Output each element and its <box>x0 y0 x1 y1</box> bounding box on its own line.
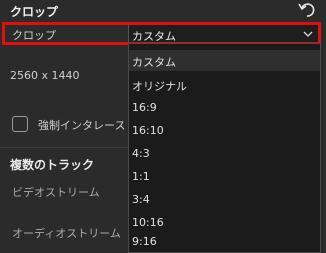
video-stream-label: ビデオストリーム <box>12 186 100 199</box>
crop-option-original[interactable]: オリジナル <box>129 74 320 95</box>
multi-track-title: 複数のトラック <box>10 158 95 172</box>
undo-icon[interactable] <box>296 1 318 19</box>
crop-option-custom[interactable]: カスタム <box>129 50 320 71</box>
deinterlace-label: 強制インタレース <box>38 119 126 132</box>
crop-option-16-10[interactable]: 16:10 <box>129 120 320 141</box>
resolution-text: 2560 x 1440 <box>10 69 80 82</box>
crop-option-10-16[interactable]: 10:16 <box>129 212 320 233</box>
crop-dropdown-list: カスタム オリジナル 16:9 16:10 4:3 1:1 3:4 10:16 … <box>128 43 321 253</box>
crop-option-4-3[interactable]: 4:3 <box>129 143 320 164</box>
crop-option-16-9[interactable]: 16:9 <box>129 97 320 118</box>
deinterlace-checkbox[interactable] <box>12 116 28 132</box>
highlight-box <box>2 22 321 45</box>
panel-title: クロップ <box>10 5 59 19</box>
crop-option-9-16[interactable]: 9:16 <box>129 231 320 252</box>
audio-stream-label: オーディオストリーム <box>12 227 121 240</box>
crop-option-3-4[interactable]: 3:4 <box>129 189 320 210</box>
divider <box>0 147 130 148</box>
crop-option-1-1[interactable]: 1:1 <box>129 166 320 187</box>
